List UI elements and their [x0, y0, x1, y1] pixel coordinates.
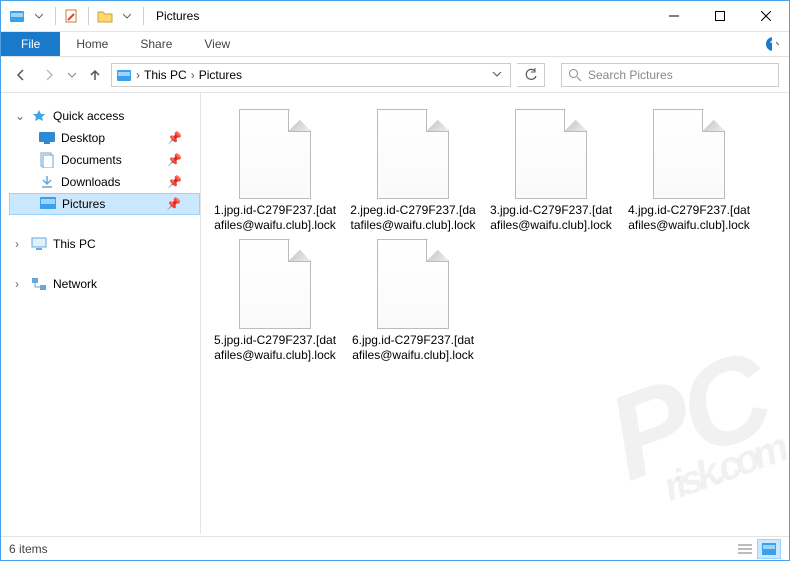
file-icon	[515, 109, 587, 199]
back-button[interactable]	[11, 63, 31, 87]
file-name: 2.jpeg.id-C279F237.[datafiles@waifu.club…	[349, 203, 477, 233]
file-item[interactable]: 1.jpg.id-C279F237.[datafiles@waifu.club]…	[211, 109, 339, 233]
breadcrumb-this-pc[interactable]: This PC	[142, 68, 189, 82]
up-button[interactable]	[85, 63, 105, 87]
sidebar-item-downloads[interactable]: Downloads 📌	[9, 171, 200, 193]
pin-icon: 📌	[167, 153, 182, 167]
qat-dropdown-icon[interactable]	[117, 6, 137, 26]
file-icon	[377, 239, 449, 329]
file-view[interactable]: 1.jpg.id-C279F237.[datafiles@waifu.club]…	[201, 93, 789, 534]
tab-view[interactable]: View	[188, 32, 246, 56]
file-name: 1.jpg.id-C279F237.[datafiles@waifu.club]…	[211, 203, 339, 233]
forward-button[interactable]	[39, 63, 59, 87]
search-icon	[568, 68, 582, 82]
properties-icon[interactable]	[62, 6, 82, 26]
tab-home[interactable]: Home	[60, 32, 124, 56]
documents-icon	[39, 152, 55, 168]
file-item[interactable]: 3.jpg.id-C279F237.[datafiles@waifu.club]…	[487, 109, 615, 233]
sidebar-item-desktop[interactable]: Desktop 📌	[9, 127, 200, 149]
chevron-right-icon[interactable]: ›	[15, 277, 25, 291]
sidebar-item-documents[interactable]: Documents 📌	[9, 149, 200, 171]
downloads-icon	[39, 174, 55, 190]
search-input[interactable]: Search Pictures	[561, 63, 779, 87]
sidebar-quick-access[interactable]: ⌄ Quick access	[9, 105, 200, 127]
refresh-button[interactable]	[517, 63, 545, 87]
view-details-button[interactable]	[733, 539, 757, 559]
qa-dropdown-icon[interactable]	[29, 6, 49, 26]
window-title: Pictures	[150, 9, 199, 23]
titlebar: Pictures	[1, 1, 789, 32]
minimize-button[interactable]	[651, 1, 697, 31]
file-name: 3.jpg.id-C279F237.[datafiles@waifu.club]…	[487, 203, 615, 233]
desktop-icon	[39, 130, 55, 146]
sidebar-item-label: Pictures	[62, 197, 105, 211]
file-item[interactable]: 4.jpg.id-C279F237.[datafiles@waifu.club]…	[625, 109, 753, 233]
chevron-right-icon[interactable]: ›	[15, 237, 25, 251]
pin-icon: 📌	[167, 131, 182, 145]
file-name: 6.jpg.id-C279F237.[datafiles@waifu.club]…	[349, 333, 477, 363]
help-icon[interactable]: ?	[765, 32, 789, 56]
navigation-pane: ⌄ Quick access Desktop 📌 Documents 📌 Dow…	[1, 93, 201, 534]
sidebar-item-label: Documents	[61, 153, 122, 167]
sidebar-item-label: Network	[53, 277, 97, 291]
file-item[interactable]: 6.jpg.id-C279F237.[datafiles@waifu.club]…	[349, 239, 477, 363]
file-icon	[653, 109, 725, 199]
file-name: 5.jpg.id-C279F237.[datafiles@waifu.club]…	[211, 333, 339, 363]
network-icon	[31, 276, 47, 292]
address-dropdown-icon[interactable]	[486, 68, 508, 82]
explorer-icon	[7, 6, 27, 26]
chevron-right-icon[interactable]: ›	[189, 68, 197, 82]
file-icon	[239, 239, 311, 329]
address-bar[interactable]: › This PC › Pictures	[111, 63, 511, 87]
sidebar-item-pictures[interactable]: Pictures 📌	[9, 193, 200, 215]
navigation-bar: › This PC › Pictures Search Pictures	[1, 57, 789, 93]
sidebar-item-label: Downloads	[61, 175, 120, 189]
sidebar-item-label: Desktop	[61, 131, 105, 145]
sidebar-network[interactable]: › Network	[9, 273, 200, 295]
location-icon	[114, 67, 134, 83]
file-item[interactable]: 2.jpeg.id-C279F237.[datafiles@waifu.club…	[349, 109, 477, 233]
computer-icon	[31, 236, 47, 252]
sidebar-this-pc[interactable]: › This PC	[9, 233, 200, 255]
star-icon	[31, 108, 47, 124]
file-name: 4.jpg.id-C279F237.[datafiles@waifu.club]…	[625, 203, 753, 233]
maximize-button[interactable]	[697, 1, 743, 31]
status-bar: 6 items	[1, 536, 789, 560]
chevron-right-icon[interactable]: ›	[134, 68, 142, 82]
chevron-down-icon[interactable]: ⌄	[15, 109, 25, 123]
file-icon	[377, 109, 449, 199]
pin-icon: 📌	[167, 175, 182, 189]
folder-qat-icon[interactable]	[95, 6, 115, 26]
file-icon	[239, 109, 311, 199]
view-thumbnails-button[interactable]	[757, 539, 781, 559]
svg-text:?: ?	[770, 39, 772, 51]
pin-icon: 📌	[166, 197, 181, 211]
file-item[interactable]: 5.jpg.id-C279F237.[datafiles@waifu.club]…	[211, 239, 339, 363]
search-placeholder: Search Pictures	[588, 68, 673, 82]
recent-dropdown-icon[interactable]	[67, 63, 77, 87]
tab-share[interactable]: Share	[124, 32, 188, 56]
close-button[interactable]	[743, 1, 789, 31]
breadcrumb-current[interactable]: Pictures	[197, 68, 244, 82]
sidebar-item-label: Quick access	[53, 109, 124, 123]
ribbon: File Home Share View ?	[1, 32, 789, 57]
pictures-icon	[40, 196, 56, 212]
file-tab[interactable]: File	[1, 32, 60, 56]
status-item-count: 6 items	[9, 542, 48, 556]
sidebar-item-label: This PC	[53, 237, 96, 251]
